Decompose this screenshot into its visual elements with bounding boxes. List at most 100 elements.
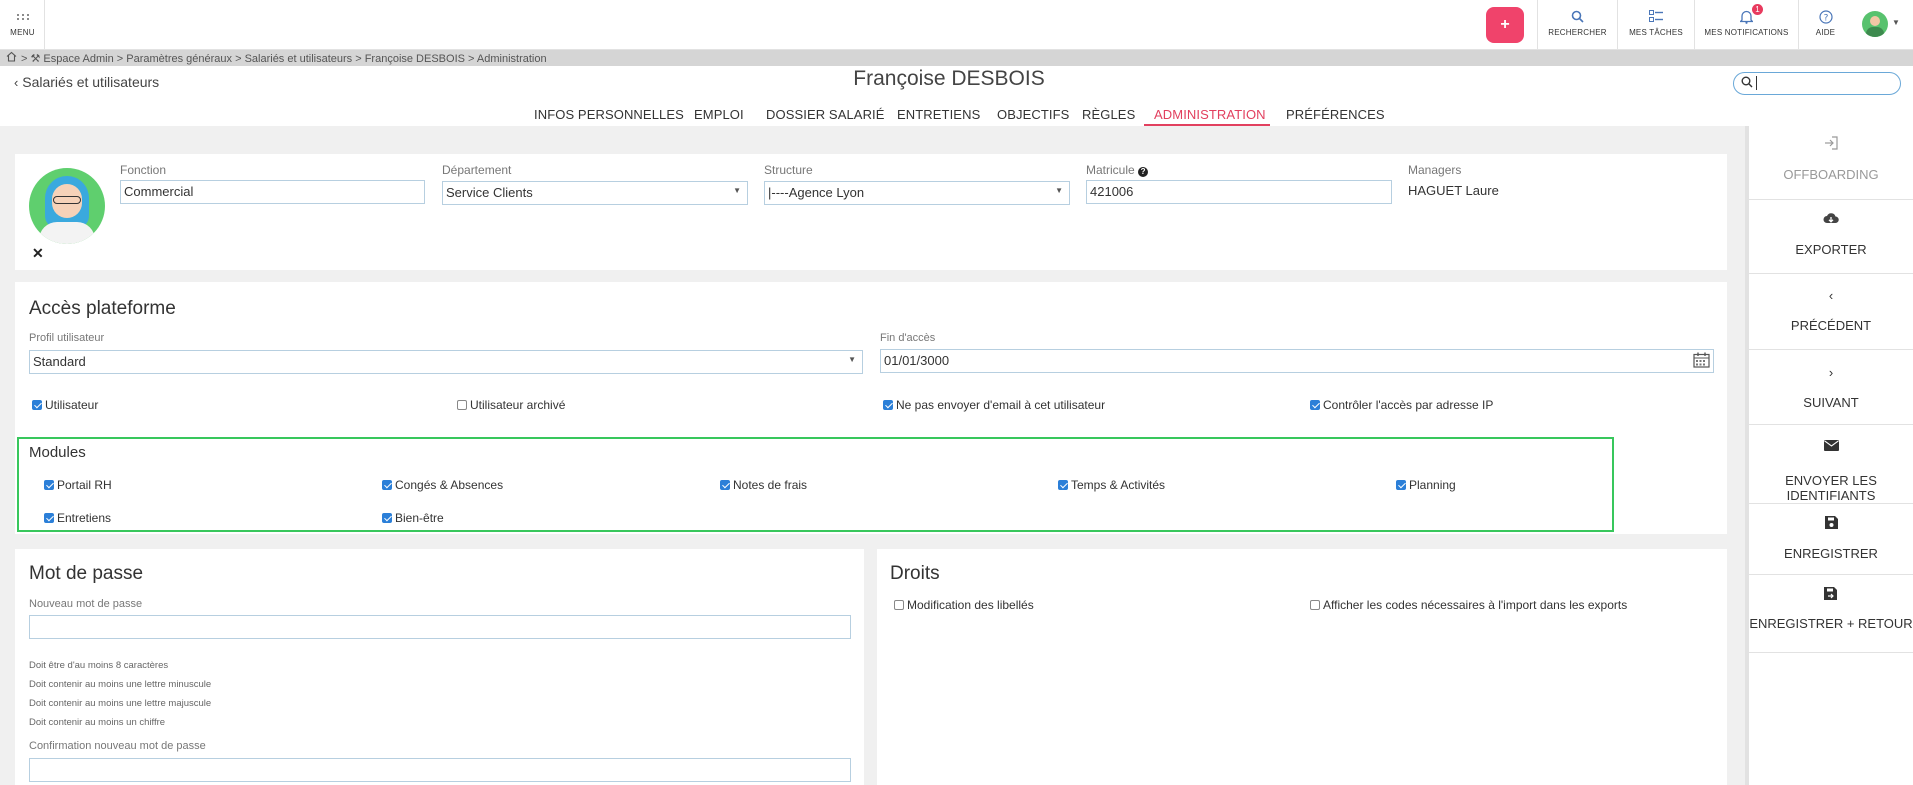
chevron-down-icon: ▼ — [848, 355, 856, 364]
fonction-label: Fonction — [120, 163, 167, 177]
notifications-button[interactable]: 1 MES NOTIFICATIONS — [1694, 0, 1798, 50]
module-notes-frais-checkbox[interactable]: Notes de frais — [720, 478, 807, 492]
menu-label: MENU — [10, 28, 35, 37]
export-button[interactable]: EXPORTER — [1749, 200, 1913, 274]
modification-libelles-label: Modification des libellés — [907, 598, 1034, 612]
text-cursor — [1756, 76, 1757, 90]
matricule-field[interactable]: 421006 — [1086, 180, 1392, 204]
tab-regles[interactable]: RÈGLES — [1082, 107, 1135, 122]
page-header: ‹ Salariés et utilisateurs Françoise DES… — [0, 66, 1913, 126]
save-return-button[interactable]: ENREGISTRER + RETOUR — [1749, 575, 1913, 653]
search-button[interactable]: RECHERCHER — [1537, 0, 1617, 50]
departement-label: Département — [442, 163, 512, 177]
ip-control-checkbox[interactable]: Contrôler l'accès par adresse IP — [1310, 398, 1493, 412]
notification-badge: 1 — [1752, 4, 1763, 15]
fonction-field[interactable]: Commercial — [120, 180, 425, 204]
module-portail-rh-label: Portail RH — [57, 478, 112, 492]
export-label: EXPORTER — [1795, 242, 1867, 257]
fin-acces-value: 01/01/3000 — [884, 353, 950, 368]
tab-administration[interactable]: ADMINISTRATION — [1154, 107, 1266, 122]
page-title: Françoise DESBOIS — [853, 67, 1045, 90]
profil-select[interactable]: Standard ▼ — [29, 350, 863, 374]
plus-circle-icon: + — [1500, 16, 1510, 33]
offboarding-button[interactable]: OFFBOARDING — [1749, 126, 1913, 200]
breadcrumb: > ⚒ Espace Admin > Paramètres généraux >… — [0, 50, 1913, 66]
module-temps-checkbox[interactable]: Temps & Activités — [1058, 478, 1165, 492]
confirm-password-field[interactable] — [29, 758, 851, 782]
module-temps-label: Temps & Activités — [1071, 478, 1166, 492]
cloud-download-icon — [1749, 212, 1913, 228]
module-conges-checkbox[interactable]: Congés & Absences — [382, 478, 503, 492]
import-codes-checkbox[interactable]: Afficher les codes nécessaires à l'impor… — [1310, 598, 1627, 612]
module-portail-rh-checkbox[interactable]: Portail RH — [44, 478, 112, 492]
save-return-icon — [1749, 587, 1913, 603]
chevron-down-icon: ▼ — [1055, 186, 1063, 195]
import-codes-label: Afficher les codes nécessaires à l'impor… — [1323, 598, 1628, 612]
no-email-checkbox[interactable]: Ne pas envoyer d'email à cet utilisateur — [883, 398, 1105, 412]
module-planning-label: Planning — [1409, 478, 1456, 492]
add-button[interactable]: + — [1486, 7, 1524, 43]
structure-select[interactable]: |----Agence Lyon ▼ — [764, 181, 1070, 205]
identity-card — [15, 154, 1727, 270]
tab-dossier-salarie[interactable]: DOSSIER SALARIÉ — [766, 107, 885, 122]
utilisateur-archive-checkbox[interactable]: Utilisateur archivé — [457, 398, 565, 412]
search-label: RECHERCHER — [1548, 28, 1607, 37]
send-credentials-button[interactable]: ENVOYER LES IDENTIFIANTS — [1749, 425, 1913, 504]
module-entretiens-checkbox[interactable]: Entretiens — [44, 511, 111, 525]
profil-label: Profil utilisateur — [29, 332, 105, 344]
tab-objectifs[interactable]: OBJECTIFS — [997, 107, 1069, 122]
employee-avatar[interactable] — [29, 168, 105, 244]
next-button[interactable]: › SUIVANT — [1749, 350, 1913, 425]
action-panel: OFFBOARDING EXPORTER ‹ PRÉCÉDENT › SUIVA… — [1745, 126, 1913, 785]
departement-value: Service Clients — [446, 185, 533, 200]
password-rule: Doit contenir au moins une lettre minusc… — [29, 679, 212, 690]
question-circle-icon[interactable]: ? — [1138, 167, 1149, 177]
tab-entretiens[interactable]: ENTRETIENS — [897, 107, 980, 122]
chevron-down-icon[interactable]: ▼ — [1892, 18, 1900, 27]
breadcrumb-text[interactable]: > ⚒ Espace Admin > Paramètres généraux >… — [21, 52, 547, 65]
bell-icon — [1695, 10, 1798, 24]
calendar-icon[interactable] — [1693, 352, 1710, 371]
sign-in-icon — [1749, 136, 1913, 153]
departement-select[interactable]: Service Clients ▼ — [442, 181, 748, 205]
envelope-icon — [1749, 439, 1913, 454]
send-credentials-label: ENVOYER LES IDENTIFIANTS — [1785, 473, 1877, 503]
module-planning-checkbox[interactable]: Planning — [1396, 478, 1456, 492]
tasks-button[interactable]: MES TÂCHES — [1617, 0, 1694, 50]
structure-label: Structure — [764, 163, 813, 177]
svg-text:?: ? — [1823, 14, 1828, 24]
password-rule: Doit contenir au moins un chiffre — [29, 717, 166, 728]
help-button[interactable]: ? AIDE — [1798, 0, 1852, 50]
fin-acces-label: Fin d'accès — [880, 332, 936, 344]
previous-button[interactable]: ‹ PRÉCÉDENT — [1749, 274, 1913, 350]
fin-acces-field[interactable]: 01/01/3000 — [880, 349, 1714, 373]
no-email-label: Ne pas envoyer d'email à cet utilisateur — [896, 398, 1106, 412]
password-rule: Doit être d'au moins 8 caractères — [29, 660, 169, 671]
help-icon: ? — [1799, 10, 1852, 24]
search-input[interactable] — [1733, 72, 1901, 95]
profil-value: Standard — [33, 354, 86, 369]
tasks-label: MES TÂCHES — [1629, 28, 1683, 37]
close-icon[interactable]: ✕ — [32, 245, 44, 262]
menu-button[interactable]: MENU — [0, 0, 45, 50]
tab-infos-personnelles[interactable]: INFOS PERSONNELLES — [534, 107, 684, 122]
tab-emploi[interactable]: EMPLOI — [694, 107, 744, 122]
password-rule: Doit contenir au moins une lettre majusc… — [29, 698, 212, 709]
modification-libelles-checkbox[interactable]: Modification des libellés — [894, 598, 1034, 612]
matricule-label-text: Matricule — [1086, 163, 1135, 177]
ip-control-label: Contrôler l'accès par adresse IP — [1323, 398, 1494, 412]
module-bien-etre-checkbox[interactable]: Bien-être — [382, 511, 444, 525]
search-icon — [1741, 76, 1753, 91]
chevron-down-icon: ▼ — [733, 186, 741, 195]
tab-preferences[interactable]: PRÉFÉRENCES — [1286, 107, 1385, 122]
new-password-field[interactable] — [29, 615, 851, 639]
modules-title: Modules — [29, 444, 86, 461]
module-conges-label: Congés & Absences — [395, 478, 504, 492]
search-icon — [1538, 10, 1617, 24]
grid-icon — [17, 14, 29, 24]
utilisateur-checkbox[interactable]: Utilisateur — [32, 398, 98, 412]
modules-section — [17, 437, 1614, 532]
home-icon[interactable] — [6, 51, 17, 65]
user-avatar[interactable] — [1862, 11, 1888, 37]
save-button[interactable]: ENREGISTRER — [1749, 504, 1913, 575]
